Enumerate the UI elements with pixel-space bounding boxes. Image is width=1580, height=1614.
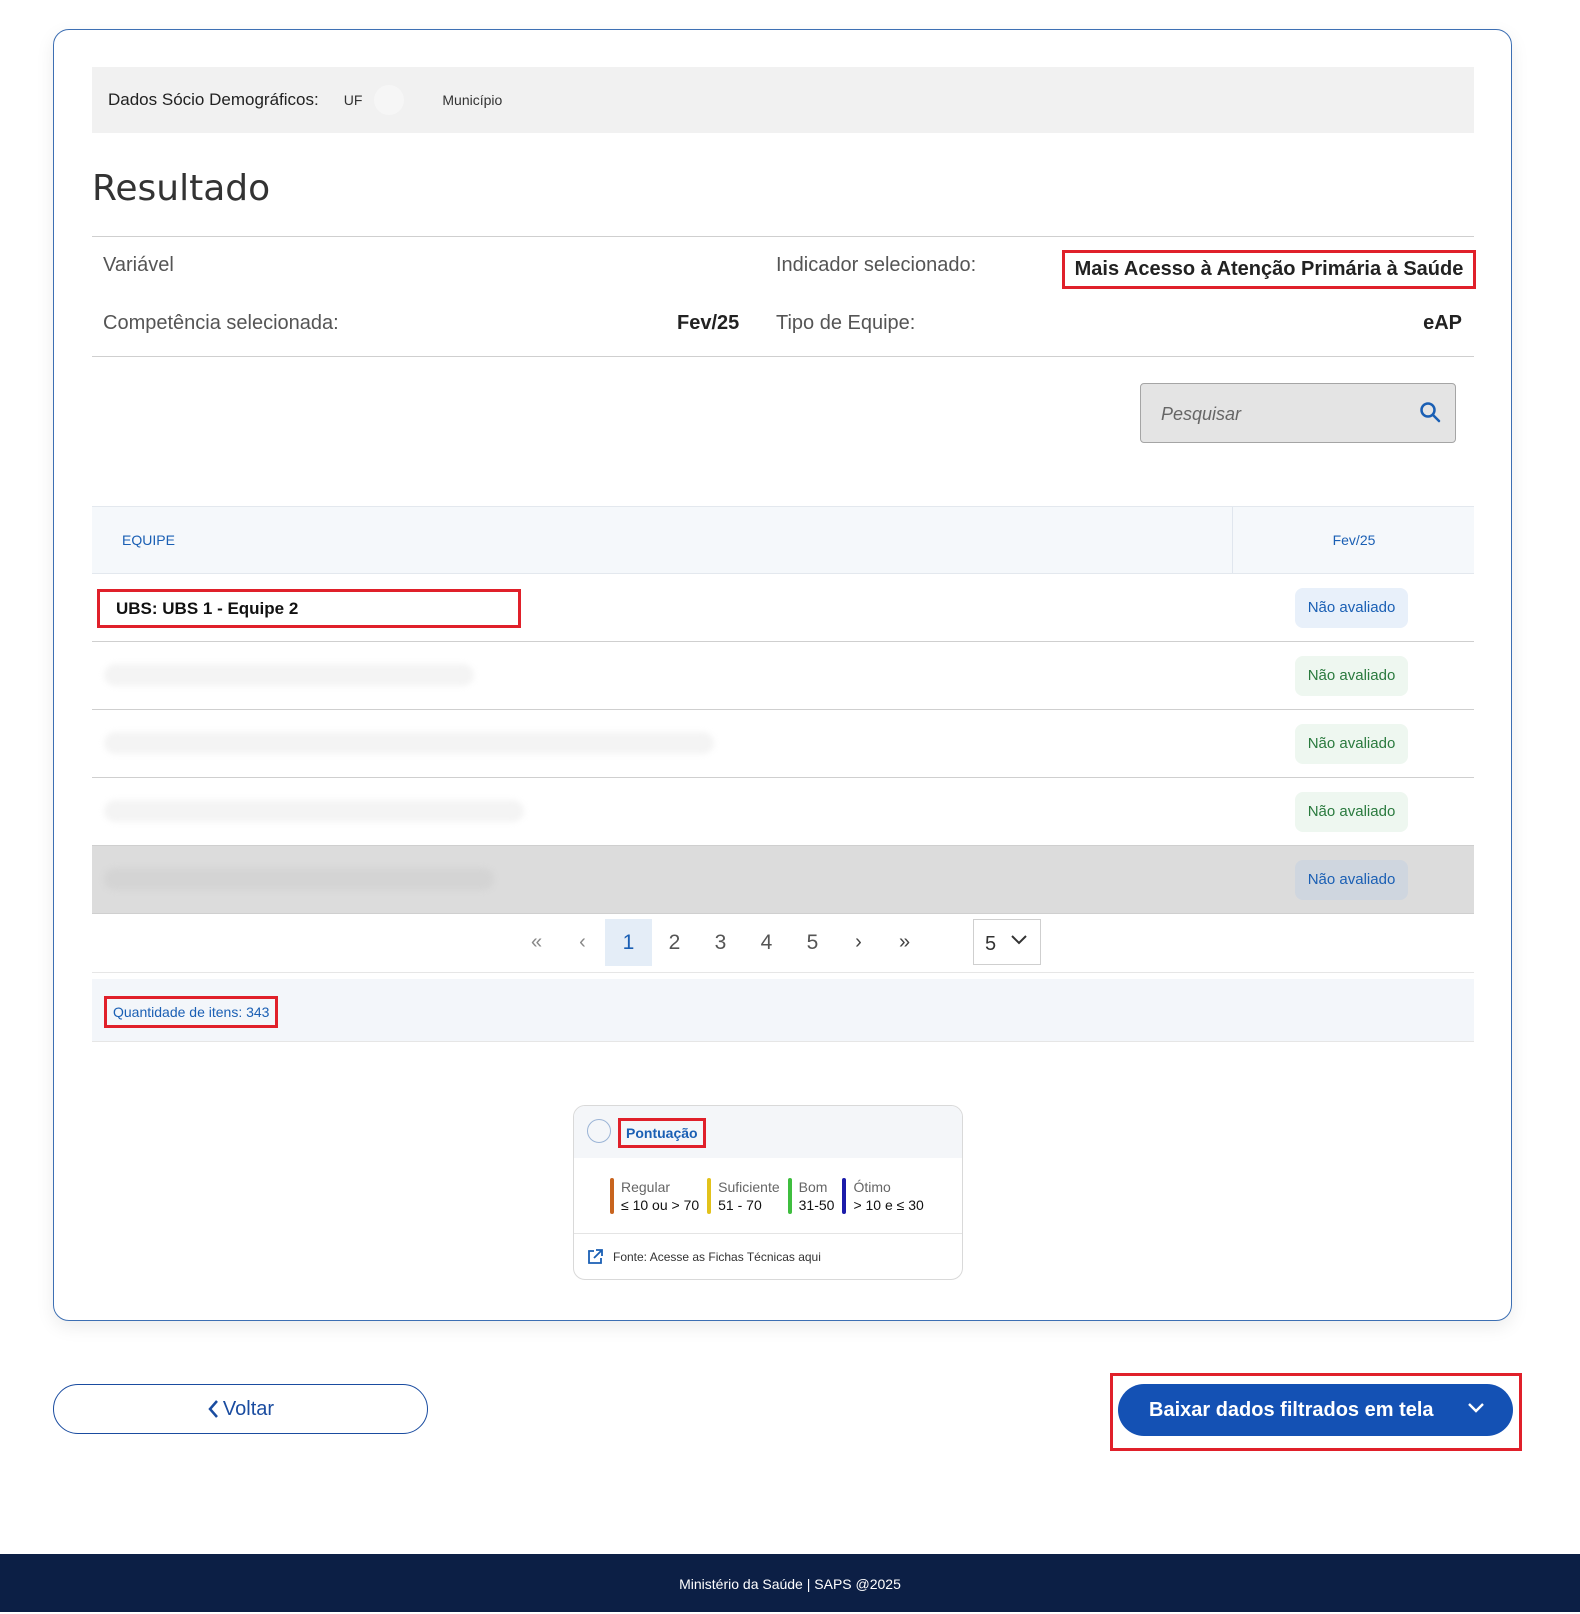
legend-range: > 10 e ≤ 30	[853, 1197, 924, 1213]
back-label: Voltar	[222, 1397, 275, 1420]
table-header: EQUIPE Fev/25	[92, 506, 1474, 574]
status-badge: Não avaliado	[1295, 860, 1408, 900]
page-button[interactable]: 5	[789, 919, 836, 966]
page-button[interactable]: 3	[697, 919, 744, 966]
legend-header: Pontuação	[574, 1106, 962, 1158]
legend-name: Suficiente	[718, 1179, 780, 1195]
quantity-bar: Quantidade de itens: 343	[92, 979, 1474, 1042]
table-row[interactable]: Não avaliado	[92, 710, 1474, 778]
team-name-redacted	[104, 664, 474, 686]
status-badge: Não avaliado	[1295, 792, 1408, 832]
first-page-button[interactable]: «	[513, 919, 560, 966]
legend-color-bar	[707, 1178, 712, 1214]
search-input[interactable]	[1159, 398, 1403, 430]
legend-range: 51 - 70	[718, 1197, 762, 1213]
competence-label: Competência selecionada:	[103, 312, 339, 334]
legend-name: Ótimo	[853, 1179, 891, 1195]
team-name-redacted	[104, 800, 524, 822]
download-button[interactable]: Baixar dados filtrados em tela	[1118, 1384, 1513, 1436]
legend-color-bar	[787, 1178, 792, 1214]
pagination: « ‹ 1 2 3 4 5 › » 5	[92, 907, 1474, 973]
download-label: Baixar dados filtrados em tela	[1149, 1398, 1434, 1421]
search-icon[interactable]	[1419, 401, 1441, 423]
chevron-left-icon	[208, 1400, 218, 1418]
municipio-filter[interactable]: Município	[442, 92, 502, 108]
page-title: Resultado	[92, 168, 271, 209]
score-legend: Pontuação Regular ≤ 10 ou > 70 Suficiente…	[573, 1105, 963, 1280]
indicator-value: Mais Acesso à Atenção Primária à Saúde	[1062, 250, 1476, 289]
filter-label: Dados Sócio Demográficos:	[108, 90, 319, 109]
competence-value: Fev/25	[677, 312, 740, 334]
legend-range: 31-50	[798, 1197, 835, 1213]
legend-range: ≤ 10 ou > 70	[621, 1197, 700, 1213]
item-count: Quantidade de itens: 343	[104, 996, 279, 1028]
page-size-value: 5	[985, 933, 997, 955]
source-link[interactable]: Fonte: Acesse as Fichas Técnicas aqui	[613, 1250, 821, 1264]
legend-items: Regular ≤ 10 ou > 70 Suficiente 51 - 70 Bo…	[610, 1178, 932, 1214]
result-info: Variável Indicador selecionado: Mais Ace…	[92, 236, 1476, 357]
search-box	[1140, 383, 1456, 443]
team-type-value: eAP	[1423, 312, 1462, 334]
legend-title: Pontuação	[618, 1118, 706, 1148]
legend-item-otimo: Ótimo > 10 e ≤ 30	[842, 1178, 924, 1214]
page-footer: Ministério da Saúde | SAPS @2025	[0, 1554, 1580, 1612]
uf-select[interactable]	[374, 85, 405, 115]
column-header-team[interactable]: EQUIPE	[122, 507, 175, 573]
column-header-period[interactable]: Fev/25	[1232, 507, 1475, 573]
result-card: Dados Sócio Demográficos: UF Município R…	[53, 29, 1512, 1321]
legend-color-bar	[610, 1178, 614, 1214]
chevron-down-icon	[1468, 1403, 1484, 1413]
page-size-select[interactable]: 5	[973, 919, 1041, 965]
chevron-down-icon	[1011, 935, 1027, 945]
legend-item-regular: Regular ≤ 10 ou > 70	[610, 1178, 699, 1214]
status-badge: Não avaliado	[1295, 588, 1408, 628]
legend-color-bar	[842, 1178, 847, 1214]
table-row[interactable]: Não avaliado	[92, 846, 1474, 914]
page-button[interactable]: 1	[605, 919, 652, 966]
clock-icon	[587, 1119, 611, 1143]
last-page-button[interactable]: »	[881, 919, 928, 966]
external-link-icon[interactable]	[586, 1248, 604, 1266]
legend-item-bom: Bom 31-50	[787, 1178, 835, 1214]
team-type-label: Tipo de Equipe:	[776, 312, 916, 334]
table-row[interactable]: UBS: UBS 1 - Equipe 2 Não avaliado	[92, 574, 1474, 642]
legend-item-suficiente: Suficiente 51 - 70	[707, 1178, 780, 1214]
back-button[interactable]: Voltar	[53, 1384, 428, 1434]
legend-name: Regular	[621, 1179, 671, 1195]
status-badge: Não avaliado	[1295, 724, 1408, 764]
team-name: UBS: UBS 1 - Equipe 2	[97, 589, 521, 628]
next-page-button[interactable]: ›	[835, 919, 882, 966]
results-table: EQUIPE Fev/25 UBS: UBS 1 - Equipe 2 Não …	[92, 506, 1474, 914]
team-name-redacted	[104, 732, 714, 754]
page-button[interactable]: 2	[651, 919, 698, 966]
page-button[interactable]: 4	[743, 919, 790, 966]
prev-page-button[interactable]: ‹	[559, 919, 606, 966]
indicator-label: Indicador selecionado:	[776, 254, 977, 276]
uf-filter[interactable]: UF	[344, 92, 363, 108]
variable-label: Variável	[103, 254, 174, 276]
legend-footer: Fonte: Acesse as Fichas Técnicas aqui	[574, 1233, 962, 1279]
table-row[interactable]: Não avaliado	[92, 642, 1474, 710]
table-row[interactable]: Não avaliado	[92, 778, 1474, 846]
status-badge: Não avaliado	[1295, 656, 1408, 696]
team-name-redacted	[104, 868, 494, 890]
filter-bar: Dados Sócio Demográficos: UF Município	[92, 67, 1474, 133]
legend-name: Bom	[798, 1179, 828, 1195]
